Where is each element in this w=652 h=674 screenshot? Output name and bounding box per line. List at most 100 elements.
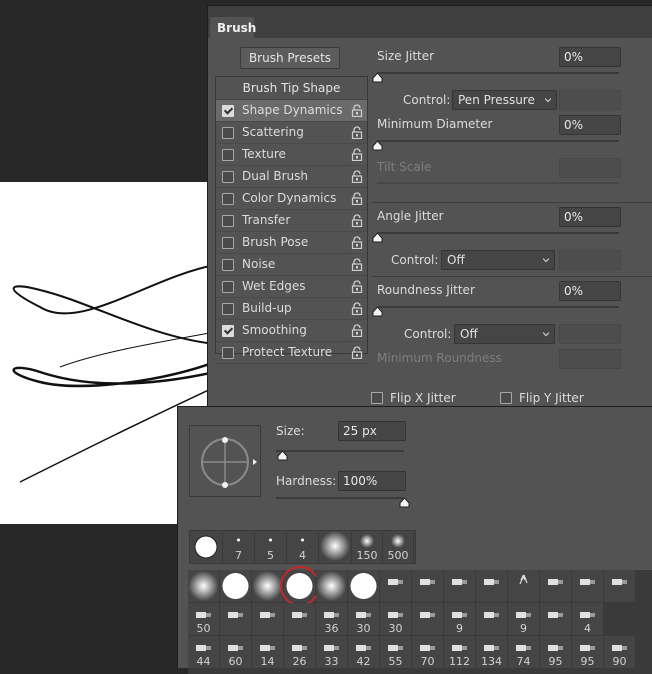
recent-brush-tip[interactable]: 500 [383, 531, 414, 563]
brush-preset-tile[interactable]: 30 [380, 603, 411, 635]
brush-angle-preview[interactable] [189, 425, 261, 497]
recent-brush-tip[interactable] [319, 531, 352, 563]
lock-icon[interactable] [351, 148, 363, 161]
brush-preset-tile[interactable] [508, 570, 539, 602]
roundness-control-dropdown[interactable]: Off [454, 324, 555, 344]
brush-preset-tile[interactable] [540, 570, 571, 602]
brush-preset-tile[interactable] [316, 570, 347, 602]
brush-setting-item[interactable]: Wet Edges [216, 276, 367, 298]
brush-preset-tile[interactable]: 36 [316, 603, 347, 635]
brush-preset-tile[interactable] [412, 570, 443, 602]
angle-jitter-field[interactable]: 0% [559, 207, 621, 227]
brush-setting-checkbox[interactable] [222, 149, 234, 161]
brush-preset-tile[interactable] [412, 603, 443, 635]
recent-brush-tip[interactable]: 150 [352, 531, 383, 563]
brush-preset-tile[interactable] [280, 566, 320, 606]
brush-preset-tile[interactable]: 90 [604, 636, 635, 668]
brush-preset-tile[interactable] [284, 603, 315, 635]
brush-preset-tile[interactable]: 112 [444, 636, 475, 668]
brush-setting-item[interactable]: Shape Dynamics [216, 100, 367, 122]
brush-setting-item[interactable]: Build-up [216, 298, 367, 320]
brush-preset-tile[interactable]: 30 [348, 603, 379, 635]
brush-setting-checkbox[interactable] [222, 259, 234, 271]
brush-setting-checkbox[interactable] [222, 127, 234, 139]
recent-brush-tip[interactable]: 5 [255, 531, 287, 563]
min-diameter-handle[interactable] [372, 141, 383, 151]
brush-preset-tile[interactable]: 95 [540, 636, 571, 668]
size-control-dropdown[interactable]: Pen Pressure [452, 90, 557, 110]
brush-setting-item[interactable]: Color Dynamics [216, 188, 367, 210]
lock-icon[interactable] [351, 324, 363, 337]
size-jitter-field[interactable]: 0% [559, 47, 621, 67]
angle-control-dropdown[interactable]: Off [441, 250, 555, 270]
brush-preset-tile[interactable]: 74 [508, 636, 539, 668]
brush-setting-item[interactable]: Transfer [216, 210, 367, 232]
lock-icon[interactable] [351, 258, 363, 271]
brush-preset-tile[interactable] [220, 570, 251, 602]
size-jitter-handle[interactable] [372, 73, 383, 83]
brush-setting-checkbox[interactable] [222, 171, 234, 183]
brush-tip-shape-item[interactable]: Brush Tip Shape [216, 77, 367, 100]
size-slider-handle[interactable] [277, 451, 288, 461]
brush-preset-tile[interactable] [348, 570, 379, 602]
brush-setting-checkbox[interactable] [222, 215, 234, 227]
brush-setting-checkbox[interactable] [222, 325, 234, 337]
hardness-slider-handle[interactable] [399, 498, 410, 508]
brush-preset-tile[interactable]: 70 [412, 636, 443, 668]
min-diameter-field[interactable]: 0% [559, 115, 621, 135]
size-slider[interactable] [276, 450, 404, 452]
lock-icon[interactable] [351, 302, 363, 315]
brush-setting-item[interactable]: Texture [216, 144, 367, 166]
brush-preset-tile[interactable] [604, 570, 635, 602]
brush-setting-checkbox[interactable] [222, 281, 234, 293]
brush-setting-checkbox[interactable] [222, 105, 234, 117]
brush-setting-checkbox[interactable] [222, 303, 234, 315]
lock-icon[interactable] [351, 236, 363, 249]
roundness-jitter-field[interactable]: 0% [559, 281, 621, 301]
hardness-field[interactable]: 100% [338, 471, 406, 491]
lock-icon[interactable] [351, 192, 363, 205]
brush-preset-tile[interactable]: 9 [444, 603, 475, 635]
brush-preset-tile[interactable] [188, 570, 219, 602]
brush-preset-tile[interactable] [476, 603, 507, 635]
brush-preset-tile[interactable]: 42 [348, 636, 379, 668]
brush-preset-tile[interactable] [252, 603, 283, 635]
brush-setting-item[interactable]: Brush Pose [216, 232, 367, 254]
brush-preset-tile[interactable]: 55 [380, 636, 411, 668]
brush-preset-tile[interactable]: 9 [508, 603, 539, 635]
lock-icon[interactable] [351, 104, 363, 117]
brush-preset-tile[interactable] [444, 570, 475, 602]
recent-brush-tip[interactable] [190, 531, 223, 563]
brush-setting-item[interactable]: Smoothing [216, 320, 367, 342]
flip-y-checkbox[interactable] [500, 392, 512, 404]
size-field[interactable]: 25 px [338, 421, 406, 441]
brush-preset-tile[interactable] [540, 603, 571, 635]
brush-setting-item[interactable]: Protect Texture [216, 342, 367, 364]
flip-x-checkbox[interactable] [371, 392, 383, 404]
brush-presets-button[interactable]: Brush Presets [240, 47, 340, 69]
recent-brush-tip[interactable]: 7 [223, 531, 255, 563]
min-diameter-slider[interactable] [377, 140, 619, 142]
roundness-jitter-slider[interactable] [377, 306, 619, 308]
lock-icon[interactable] [351, 214, 363, 227]
roundness-jitter-handle[interactable] [372, 307, 383, 317]
lock-icon[interactable] [351, 346, 363, 359]
brush-preset-tile[interactable] [476, 570, 507, 602]
tab-brush[interactable]: Brush [210, 17, 256, 39]
size-jitter-slider[interactable] [377, 72, 619, 74]
brush-preset-tile[interactable]: 33 [316, 636, 347, 668]
brush-preset-tile[interactable]: 95 [572, 636, 603, 668]
brush-preset-tile[interactable]: 60 [220, 636, 251, 668]
brush-preset-tile[interactable] [572, 570, 603, 602]
brush-setting-item[interactable]: Scattering [216, 122, 367, 144]
brush-setting-checkbox[interactable] [222, 347, 234, 359]
brush-preset-tile[interactable]: 50 [188, 603, 219, 635]
angle-jitter-slider[interactable] [377, 232, 619, 234]
recent-brush-tip[interactable]: 4 [287, 531, 319, 563]
brush-preset-tile[interactable]: 26 [284, 636, 315, 668]
hardness-slider[interactable] [276, 497, 404, 499]
brush-preset-tile[interactable]: 14 [252, 636, 283, 668]
brush-setting-item[interactable]: Noise [216, 254, 367, 276]
angle-jitter-handle[interactable] [372, 233, 383, 243]
brush-preset-tile[interactable]: 134 [476, 636, 507, 668]
